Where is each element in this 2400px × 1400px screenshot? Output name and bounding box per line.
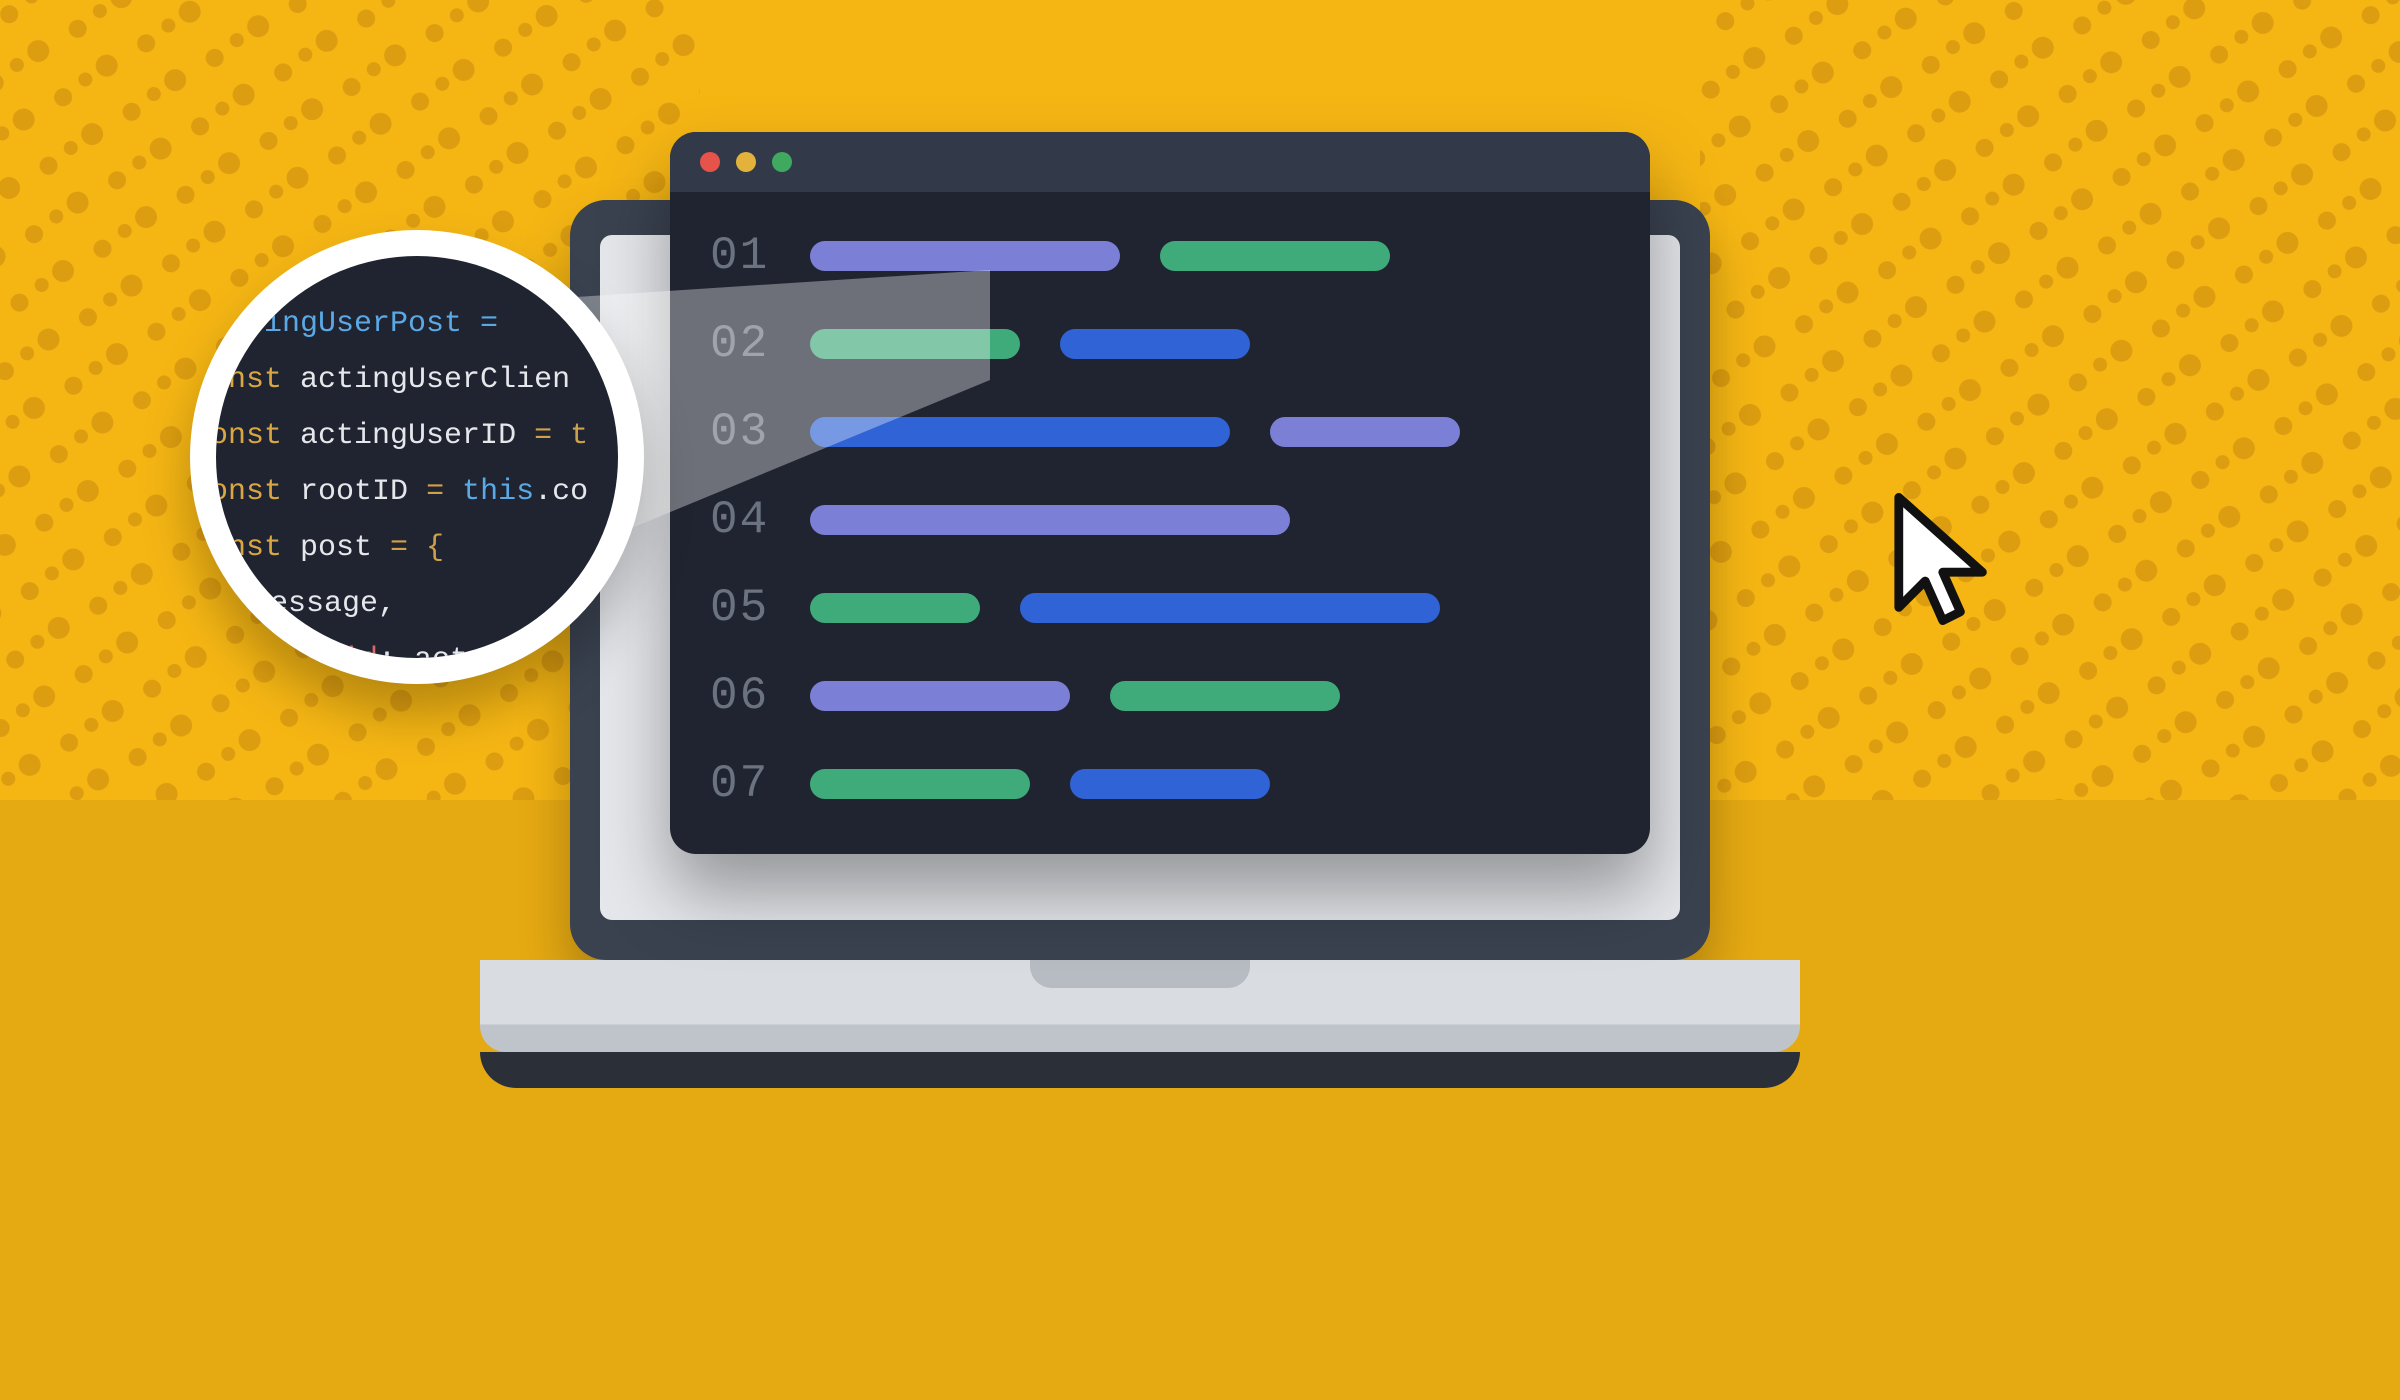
code-token: [810, 417, 1230, 447]
code-token: [1270, 417, 1460, 447]
magnified-code: eActingUserPost = const actingUserClien …: [216, 296, 618, 658]
code-op: = t: [516, 419, 588, 453]
window-titlebar: [670, 132, 1650, 192]
cursor-arrow-icon: [1890, 490, 2000, 650]
code-line: 01: [710, 212, 1610, 300]
code-line: 06: [710, 652, 1610, 740]
code-body: 01 02 03 04 0: [710, 212, 1610, 824]
code-ident: actingUserID: [300, 419, 516, 453]
code-token: [810, 241, 1120, 271]
line-number: 01: [710, 230, 780, 282]
code-token: [810, 329, 1020, 359]
minimize-icon[interactable]: [736, 152, 756, 172]
code-ident: message,: [252, 587, 396, 621]
code-keyword: const: [216, 419, 282, 453]
line-number: 02: [710, 318, 780, 370]
line-number: 06: [710, 670, 780, 722]
magnifier-lens: eActingUserPost = const actingUserClien …: [216, 256, 618, 658]
code-ident: .co: [534, 475, 588, 509]
code-token: [810, 505, 1290, 535]
code-ident: : act: [378, 643, 468, 658]
code-op: = {: [372, 531, 444, 565]
code-token: [810, 593, 980, 623]
code-ident: rootID: [300, 475, 408, 509]
code-editor-window: 01 02 03 04 0: [670, 132, 1650, 854]
code-token: [1110, 681, 1340, 711]
code-keyword: const: [216, 363, 282, 397]
code-token: [1020, 593, 1440, 623]
code-ident: actingUserClien: [300, 363, 570, 397]
code-line: 04: [710, 476, 1610, 564]
code-token: [1070, 769, 1270, 799]
line-number: 04: [710, 494, 780, 546]
laptop-notch: [1030, 960, 1250, 988]
code-ident: post: [300, 531, 372, 565]
code-op: =: [408, 475, 462, 509]
code-line: 02: [710, 300, 1610, 388]
code-line: 03: [710, 388, 1610, 476]
line-number: 03: [710, 406, 780, 458]
code-line: 07: [710, 740, 1610, 828]
code-keyword: const: [216, 531, 282, 565]
code-token: [810, 769, 1030, 799]
code-field: user_id: [252, 643, 378, 658]
zoom-icon[interactable]: [772, 152, 792, 172]
laptop-shadow: [480, 1052, 1800, 1088]
line-number: 05: [710, 582, 780, 634]
code-token: [1060, 329, 1250, 359]
code-this: this: [462, 475, 534, 509]
line-number: 07: [710, 758, 780, 810]
code-line: 05: [710, 564, 1610, 652]
code-token: [1160, 241, 1390, 271]
code-keyword: const: [216, 475, 282, 509]
close-icon[interactable]: [700, 152, 720, 172]
code-token: [810, 681, 1070, 711]
code-frag: eActingUserPost =: [216, 307, 498, 341]
